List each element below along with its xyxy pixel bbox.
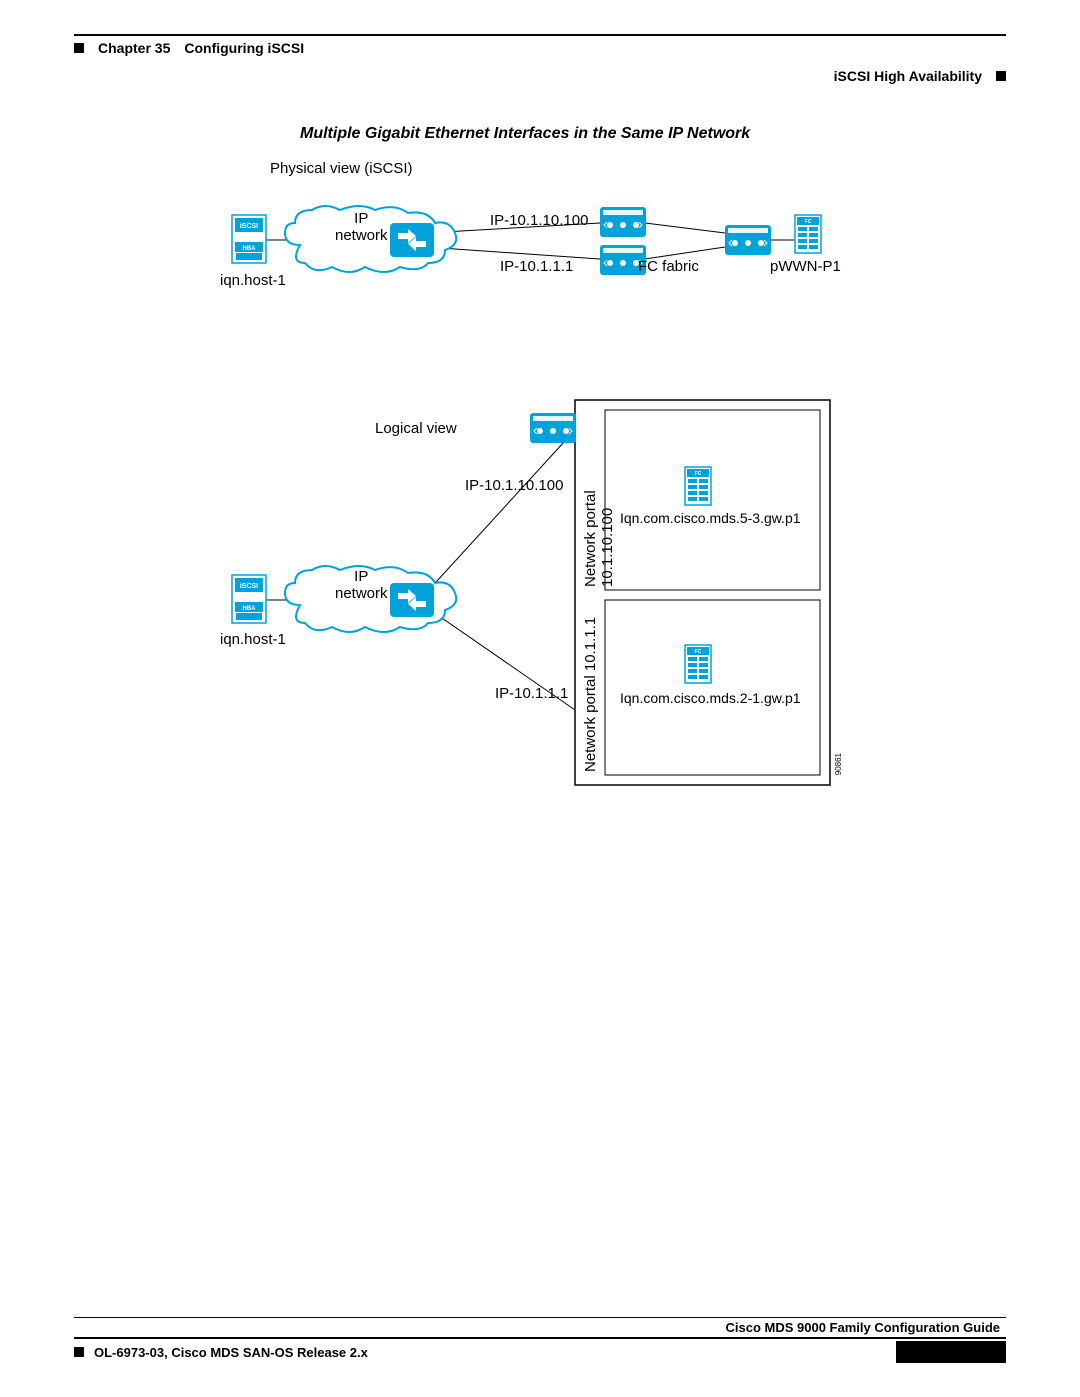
ip-network-label-2: IPnetwork	[335, 568, 388, 602]
section-title: iSCSI High Availability	[834, 68, 982, 84]
logical-ip-bottom: IP-10.1.1.1	[495, 685, 568, 702]
fc-disk-icon	[795, 215, 821, 253]
header-bullet-icon	[74, 43, 84, 53]
chapter-prefix: Chapter 35	[98, 40, 170, 56]
portal-top-label: Network portal 10.1.10.100	[582, 407, 616, 587]
router-icon	[390, 583, 434, 617]
mds-switch-icon	[725, 225, 771, 255]
fc-disk-icon	[685, 645, 711, 683]
host-label-2: iqn.host-1	[220, 631, 286, 648]
host-label: iqn.host-1	[220, 272, 286, 289]
logical-ip-top: IP-10.1.10.100	[465, 477, 563, 494]
ip-bottom-label: IP-10.1.1.1	[500, 258, 573, 275]
iqn-bottom-label: Iqn.com.cisco.mds.2-1.gw.p1	[620, 690, 801, 706]
router-icon	[390, 223, 434, 257]
header-bullet-icon	[996, 71, 1006, 81]
figure-title: Multiple Gigabit Ethernet Interfaces in …	[300, 125, 750, 143]
iqn-top-label: Iqn.com.cisco.mds.5-3.gw.p1	[620, 510, 801, 526]
header-left: Chapter 35 Configuring iSCSI	[74, 40, 304, 56]
mds-switch-icon	[600, 207, 646, 237]
physical-view-label: Physical view (iSCSI)	[270, 160, 413, 177]
footer-left: OL-6973-03, Cisco MDS SAN-OS Release 2.x	[74, 1345, 368, 1360]
page-number-block	[896, 1341, 1006, 1363]
chapter-title: Configuring iSCSI	[184, 40, 304, 56]
footer-guide: Cisco MDS 9000 Family Configuration Guid…	[74, 1317, 1006, 1335]
logical-view-label: Logical view	[375, 420, 457, 437]
fc-fabric-label: FC fabric	[638, 258, 699, 275]
footer-bullet-icon	[74, 1347, 84, 1357]
footer-release: OL-6973-03, Cisco MDS SAN-OS Release 2.x	[94, 1345, 368, 1360]
portal-bottom-label: Network portal 10.1.1.1	[582, 607, 599, 772]
ip-network-label: IPnetwork	[335, 210, 388, 244]
ip-top-label: IP-10.1.10.100	[490, 212, 588, 229]
page-header: Chapter 35 Configuring iSCSI iSCSI High …	[74, 34, 1006, 88]
iscsi-hba-icon	[232, 215, 266, 263]
mds-switch-icon	[530, 413, 576, 443]
fc-disk-icon	[685, 467, 711, 505]
iscsi-hba-icon	[232, 575, 266, 623]
image-id: 90861	[834, 753, 843, 775]
page-footer: Cisco MDS 9000 Family Configuration Guid…	[74, 1317, 1006, 1363]
pwwn-label: pWWN-P1	[770, 258, 841, 275]
network-diagram: iSCSI HBA FC	[210, 155, 870, 805]
header-right: iSCSI High Availability	[834, 68, 1006, 84]
